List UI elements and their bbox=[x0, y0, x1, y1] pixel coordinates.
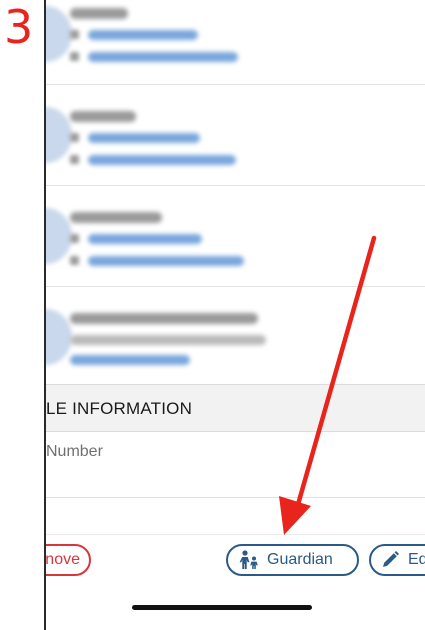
avatar bbox=[46, 208, 72, 264]
contact-email-blurred[interactable] bbox=[88, 256, 244, 266]
contact-name-blurred bbox=[70, 111, 136, 122]
contact-item-2[interactable] bbox=[46, 85, 425, 186]
avatar bbox=[46, 309, 72, 365]
phone-icon bbox=[70, 30, 79, 39]
contact-name-blurred bbox=[70, 212, 162, 223]
resend-invitation-link-blurred[interactable] bbox=[70, 355, 190, 365]
email-icon bbox=[70, 52, 79, 61]
contact-item-1[interactable] bbox=[46, 0, 425, 85]
number-field-row[interactable]: Number bbox=[46, 431, 425, 498]
edit-button-label: Ed bbox=[408, 551, 425, 568]
section-header: LE INFORMATION bbox=[46, 384, 425, 432]
phone-icon bbox=[70, 133, 79, 142]
edit-button[interactable]: Ed bbox=[369, 544, 425, 576]
invitation-status-blurred bbox=[70, 335, 266, 345]
remove-button-label: nove bbox=[45, 551, 80, 568]
contact-email-blurred[interactable] bbox=[88, 52, 238, 62]
phone-screen: LE INFORMATION Number nove Guardian Ed bbox=[44, 0, 425, 630]
contact-name-blurred bbox=[70, 8, 128, 19]
remove-button[interactable]: nove bbox=[45, 544, 91, 576]
home-indicator[interactable] bbox=[132, 605, 312, 610]
contact-phone-blurred[interactable] bbox=[88, 133, 200, 143]
phone-icon bbox=[70, 234, 79, 243]
add-guardian-button[interactable]: Guardian bbox=[226, 544, 359, 576]
contact-phone-blurred[interactable] bbox=[88, 30, 198, 40]
avatar bbox=[46, 6, 72, 62]
contact-email-blurred bbox=[70, 313, 258, 324]
contact-item-4[interactable] bbox=[46, 287, 425, 388]
email-icon bbox=[70, 155, 79, 164]
avatar bbox=[46, 107, 72, 163]
family-icon bbox=[239, 550, 258, 569]
contact-phone-blurred[interactable] bbox=[88, 234, 202, 244]
email-icon bbox=[70, 256, 79, 265]
pencil-icon bbox=[383, 551, 399, 567]
toolbar-divider bbox=[46, 534, 425, 535]
step-number: 3 bbox=[4, 0, 34, 54]
section-header-label: LE INFORMATION bbox=[46, 399, 193, 418]
add-guardian-button-label: Guardian bbox=[267, 551, 333, 568]
number-field-label: Number bbox=[46, 443, 103, 460]
contact-item-3[interactable] bbox=[46, 186, 425, 287]
contact-email-blurred[interactable] bbox=[88, 155, 236, 165]
